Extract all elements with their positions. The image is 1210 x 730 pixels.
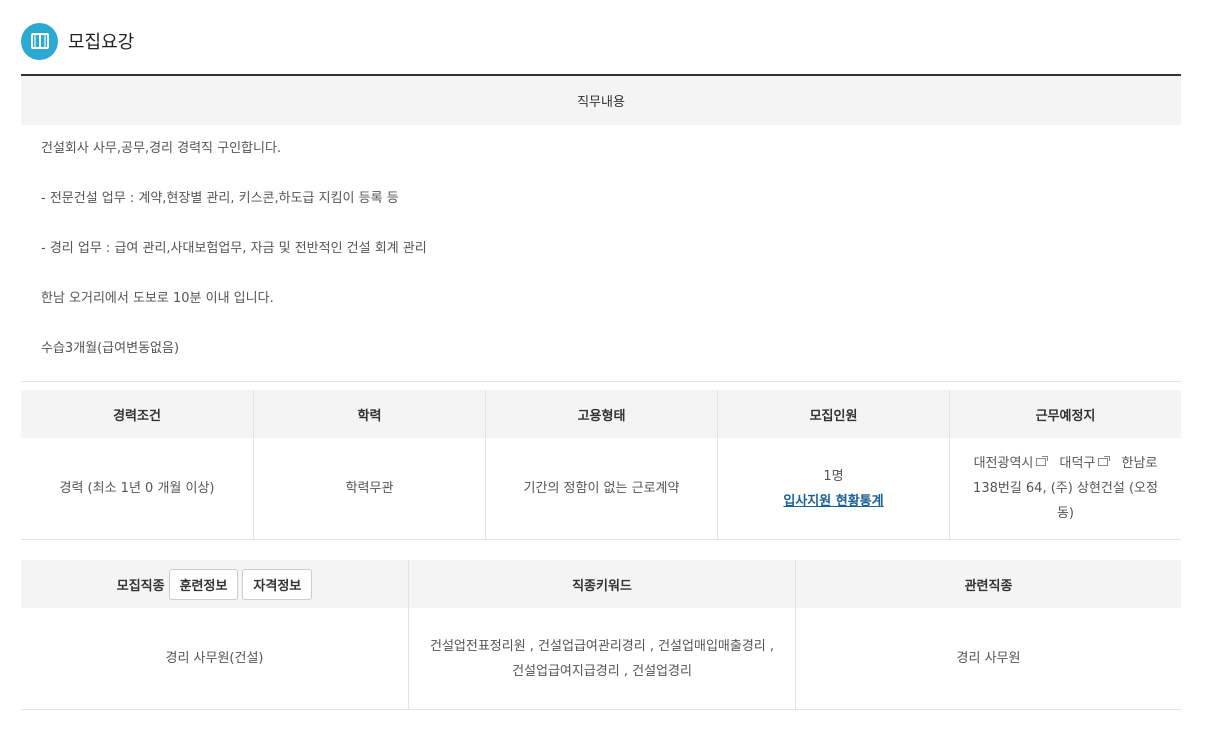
external-link-icon[interactable]: [1036, 456, 1049, 466]
job-description-table: 직무내용 건설회사 사무,공무,경리 경력직 구인합니다. - 전문건설 업무 …: [21, 74, 1181, 382]
headcount-cell: 1명 입사지원 현황통계: [717, 438, 949, 539]
education-value: 학력무관: [253, 438, 485, 539]
job-description-heading: 직무내용: [21, 76, 1181, 125]
description-line: - 전문건설 업무 : 계약,현장별 관리, 키스콘,하도급 지킴이 등록 등: [41, 191, 399, 206]
headcount-value: 1명: [823, 468, 844, 484]
city-link[interactable]: 대전광역시: [974, 456, 1034, 471]
section-header: 모집요강: [21, 22, 134, 60]
conditions-table: 경력조건 학력 고용형태 모집인원 근무예정지 경력 (최소 1년 0 개월 이…: [21, 390, 1181, 540]
location-cell: 대전광역시 대덕구 한남로138번길 64, (주) 상현건설 (오정동): [949, 438, 1181, 539]
experience-value: 경력 (최소 1년 0 개월 이상): [59, 481, 215, 496]
header-location: 근무예정지: [949, 390, 1181, 438]
header-education: 학력: [253, 390, 485, 438]
header-occupation-label: 모집직종: [116, 578, 165, 594]
occupation-value: 경리 사무원(건설): [165, 651, 264, 666]
description-line: 건설회사 사무,공무,경리 경력직 구인합니다.: [41, 141, 282, 156]
description-line: 수습3개월(급여변동없음): [41, 341, 180, 356]
header-occupation: 모집직종 훈련정보 자격정보: [21, 560, 408, 608]
description-line: - 경리 업무 : 급여 관리,사대보험업무, 자금 및 전반적인 건설 회계 …: [41, 241, 427, 256]
header-experience: 경력조건: [21, 390, 253, 438]
header-headcount: 모집인원: [717, 390, 949, 438]
district-link[interactable]: 대덕구: [1060, 456, 1096, 471]
related-value: 경리 사무원: [795, 608, 1181, 709]
employment-type-value: 기간의 정함이 없는 근로계약: [485, 438, 717, 539]
book-icon: [21, 22, 58, 60]
job-description-body: 건설회사 사무,공무,경리 경력직 구인합니다. - 전문건설 업무 : 계약,…: [21, 125, 1181, 382]
training-info-button[interactable]: 훈련정보: [168, 568, 239, 600]
external-link-icon[interactable]: [1098, 456, 1111, 466]
applicant-stats-link[interactable]: 입사지원 현황통계: [783, 489, 883, 514]
certification-info-button[interactable]: 자격정보: [242, 568, 313, 600]
header-keywords: 직종키워드: [408, 560, 795, 608]
job-info-table: 모집직종 훈련정보 자격정보 직종키워드 관련직종 경리 사무원(건설) 건설업…: [21, 560, 1181, 710]
header-employment-type: 고용형태: [485, 390, 717, 438]
keywords-value: 건설업전표정리원 , 건설업급여관리경리 , 건설업매입매출경리 , 건설업급여…: [408, 608, 795, 709]
description-line: 한남 오거리에서 도보로 10분 이내 입니다.: [41, 291, 274, 306]
header-related: 관련직종: [795, 560, 1181, 608]
page-title: 모집요강: [68, 32, 135, 53]
